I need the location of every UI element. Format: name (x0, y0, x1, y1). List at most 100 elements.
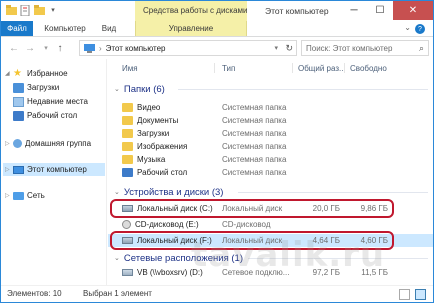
homegroup-icon (13, 139, 22, 148)
nav-item-label: Сеть (27, 191, 45, 200)
details-view-icon[interactable] (399, 289, 410, 300)
folder-row[interactable]: Рабочий стол Системная папка (108, 166, 433, 179)
nav-item-desktop[interactable]: Рабочий стол (13, 109, 77, 122)
app-icon[interactable] (5, 4, 17, 16)
folder-row[interactable]: Загрузки Системная папка (108, 127, 433, 140)
quick-access-dropdown-icon[interactable]: ▾ (47, 4, 59, 16)
nav-item-downloads[interactable]: Загрузки (13, 81, 59, 94)
chevron-down-icon[interactable]: ⌄ (114, 85, 120, 93)
address-dropdown-icon[interactable]: ▾ (274, 44, 278, 52)
drive-row[interactable]: CD-дисковод (E:) CD-дисковод (108, 218, 433, 231)
address-bar: ← → ▾ ↑ › Этот компьютер ▾ ↻ ⌕ (1, 38, 433, 58)
selection-count: Выбран 1 элемент (83, 289, 152, 298)
desktop-icon (13, 110, 24, 121)
nav-item-recent[interactable]: Недавние места (13, 95, 88, 108)
cd-drive-icon (122, 220, 131, 229)
column-divider[interactable] (214, 63, 215, 73)
context-tab-group-label: Средства работы с дисками (143, 6, 248, 15)
type-cell: Системная папка (222, 116, 287, 125)
column-header-type[interactable]: Тип (222, 61, 235, 75)
nav-item-label: Избранное (27, 69, 68, 78)
up-arrow-icon[interactable]: ↑ (53, 41, 67, 55)
name-cell: Загрузки (122, 127, 169, 140)
chevron-right-icon[interactable]: ▷ (5, 166, 13, 173)
type-cell: Системная папка (222, 155, 287, 164)
recent-places-icon (13, 96, 24, 107)
highlight-ring-drive-c (110, 199, 394, 218)
chevron-right-icon[interactable]: ▷ (5, 192, 13, 199)
new-folder-icon[interactable] (33, 4, 45, 16)
chevron-right-icon[interactable]: ▷ (5, 140, 13, 147)
watermark: tavalik.ru (191, 235, 386, 275)
name-cell: Видео (122, 101, 160, 114)
tab-view[interactable]: Вид (95, 21, 123, 36)
column-header-name[interactable]: Имя (122, 61, 138, 75)
folder-row[interactable]: Музыка Системная папка (108, 153, 433, 166)
group-divider (178, 89, 428, 90)
properties-icon[interactable] (19, 4, 31, 16)
back-arrow-icon[interactable]: ← (7, 41, 21, 55)
column-divider[interactable] (344, 63, 345, 73)
refresh-icon[interactable]: ↻ (285, 43, 293, 54)
window-title: Этот компьютер (265, 6, 329, 16)
nav-item-label: Загрузки (27, 83, 60, 92)
tab-manage[interactable]: Управление (135, 21, 247, 36)
chevron-down-icon[interactable]: ⌄ (114, 254, 120, 262)
minimize-button[interactable]: ─ (341, 1, 367, 20)
column-header-free[interactable]: Свободно (350, 61, 387, 75)
type-cell: Системная папка (222, 129, 287, 138)
folder-row[interactable]: Изображения Системная папка (108, 140, 433, 153)
star-icon: ★ (13, 67, 22, 79)
nav-item-label: Недавние места (27, 97, 88, 106)
chevron-down-icon[interactable]: ⌄ (114, 188, 120, 196)
chevron-down-icon[interactable]: ⌄ (404, 23, 411, 32)
network-icon (13, 191, 24, 200)
desktop-icon (122, 168, 133, 177)
type-cell: Системная папка (222, 103, 287, 112)
folder-row[interactable]: Документы Системная папка (108, 114, 433, 127)
search-box[interactable]: ⌕ (301, 40, 429, 56)
chevron-down-icon[interactable]: ◢ (5, 70, 13, 77)
group-label: Устройства и диски (3) (123, 186, 224, 198)
type-cell: CD-дисковод (222, 220, 271, 229)
search-icon[interactable]: ⌕ (419, 43, 424, 54)
column-divider[interactable] (292, 63, 293, 73)
name-cell: Рабочий стол (122, 166, 187, 179)
group-header-folders[interactable]: ⌄ Папки (6) (114, 83, 165, 95)
downloads-folder-icon (13, 82, 24, 93)
breadcrumb-separator-icon: › (99, 43, 102, 53)
ribbon-tabs: Файл Компьютер Вид Управление ⌄ ? (1, 21, 433, 37)
name-cell: CD-дисковод (E:) (122, 218, 199, 231)
network-drive-icon (122, 269, 133, 276)
maximize-button[interactable]: ☐ (367, 1, 393, 20)
type-cell: Системная папка (222, 142, 287, 151)
nav-item-network[interactable]: ▷ Сеть (5, 189, 45, 202)
forward-arrow-icon[interactable]: → (23, 41, 37, 55)
help-icon[interactable]: ? (415, 24, 425, 34)
nav-item-homegroup[interactable]: ▷ Домашняя группа (5, 137, 91, 150)
address-field[interactable]: › Этот компьютер ▾ ↻ (79, 40, 297, 56)
breadcrumb[interactable]: Этот компьютер (106, 44, 166, 53)
search-input[interactable] (306, 43, 414, 53)
tab-computer[interactable]: Компьютер (39, 21, 91, 36)
group-label: Папки (6) (123, 83, 165, 95)
folder-icon (122, 142, 133, 151)
computer-icon (13, 165, 24, 174)
name-cell: Документы (122, 114, 178, 127)
item-count: Элементов: 10 (7, 289, 62, 298)
nav-item-this-pc[interactable]: ▷ Этот компьютер (3, 163, 105, 176)
tab-file[interactable]: Файл (1, 21, 33, 36)
recent-locations-icon[interactable]: ▾ (39, 41, 53, 55)
folder-icon (122, 129, 133, 138)
nav-item-favorites[interactable]: ◢ ★ Избранное (5, 67, 68, 80)
group-header-devices[interactable]: ⌄ Устройства и диски (3) (114, 186, 223, 198)
column-header-total[interactable]: Общий раз... (298, 61, 346, 75)
folder-row[interactable]: Видео Системная папка (108, 101, 433, 114)
nav-item-label: Домашняя группа (25, 139, 92, 148)
type-cell: Системная папка (222, 168, 287, 177)
folder-icon (122, 103, 133, 112)
large-icons-view-icon[interactable] (415, 289, 426, 300)
nav-item-label: Рабочий стол (27, 111, 78, 120)
folder-icon (122, 155, 133, 164)
close-button[interactable]: ✕ (393, 1, 433, 20)
